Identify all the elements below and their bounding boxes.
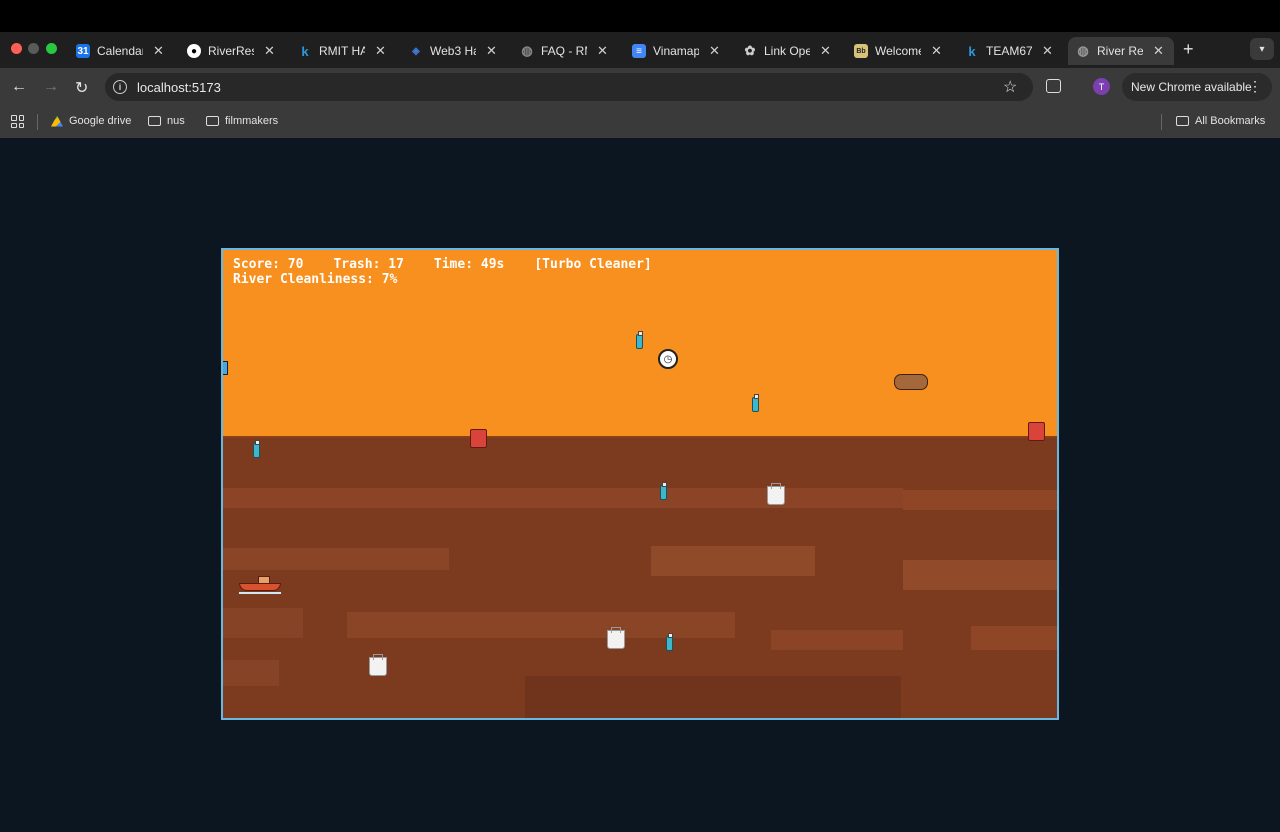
kahoot-k-icon: k [968, 43, 976, 59]
macos-menubar-strip [0, 0, 1280, 32]
tab-web3-hackathon[interactable]: ◈ Web3 Hac ✕ [409, 37, 497, 65]
tab-link-open[interactable]: ✿ Link Open ✕ [743, 37, 831, 65]
cleanliness-label: River Cleanliness: 7% [233, 272, 398, 287]
folder-icon [148, 116, 161, 126]
close-tab-icon[interactable]: ✕ [820, 43, 831, 59]
river-band [223, 660, 279, 686]
stopwatch-icon: ◷ [658, 349, 678, 369]
river-band [223, 488, 903, 508]
profile-avatar[interactable]: T [1093, 78, 1110, 95]
close-tab-icon[interactable]: ✕ [153, 43, 164, 59]
player-diver-sprite [223, 357, 230, 379]
river-band [771, 630, 903, 650]
apps-grid-icon[interactable] [11, 115, 24, 128]
github-icon: ● [187, 44, 201, 58]
river-band [651, 546, 815, 576]
all-bookmarks-button[interactable]: All Bookmarks [1176, 115, 1265, 127]
tab-vinamaps[interactable]: ≡ Vinamaps ✕ [632, 37, 720, 65]
close-tab-icon[interactable]: ✕ [709, 43, 720, 59]
tab-riverrescue-github[interactable]: ● RiverResc ✕ [187, 37, 275, 65]
site-info-icon[interactable]: i [113, 80, 127, 94]
calendar-icon: 31 [76, 44, 90, 58]
plastic-bottle-sprite [636, 331, 643, 349]
kahoot-k-icon: k [301, 43, 309, 59]
soda-can-sprite [470, 429, 487, 448]
powerup-label: [Turbo Cleaner] [534, 257, 652, 272]
game-canvas[interactable]: Score: 70 Trash: 17 Time: 49s [Turbo Cleane… [221, 248, 1059, 720]
river-band [223, 548, 449, 570]
river-band [971, 626, 1057, 650]
game-hud: Score: 70 Trash: 17 Time: 49s [Turbo Cleane… [233, 257, 682, 287]
close-tab-icon[interactable]: ✕ [931, 43, 942, 59]
river-band [347, 612, 735, 638]
plastic-bag-sprite [607, 627, 625, 649]
river-band [525, 676, 901, 718]
close-tab-icon[interactable]: ✕ [375, 43, 386, 59]
folder-icon [1176, 116, 1189, 126]
cleanup-boat-sprite [239, 576, 281, 594]
globe-icon: ◍ [1077, 43, 1089, 58]
trash-count-label: Trash: 17 [333, 257, 404, 272]
plastic-bottle-sprite [660, 482, 667, 500]
river-band [223, 608, 303, 638]
bookmark-google-drive[interactable]: Google drive [51, 115, 131, 127]
tab-welcome[interactable]: Bb Welcome ✕ [854, 37, 942, 65]
score-label: Score: 70 [233, 257, 304, 272]
address-bar[interactable] [105, 73, 1033, 101]
close-tab-icon[interactable]: ✕ [597, 43, 608, 59]
forward-arrow-icon[interactable]: → [43, 78, 59, 96]
tab-rmit-hackathon[interactable]: k RMIT HAC ✕ [298, 37, 386, 65]
extensions-puzzle-icon[interactable] [1046, 79, 1061, 93]
plastic-bottle-sprite [752, 394, 759, 412]
river-band [903, 490, 1057, 510]
kebab-menu-icon: ⋮ [1248, 78, 1262, 94]
tab-faq-rmit[interactable]: ◍ FAQ - RMI ✕ [520, 37, 608, 65]
back-arrow-icon[interactable]: ← [11, 78, 27, 96]
tab-team67[interactable]: k TEAM67 | ✕ [965, 37, 1053, 65]
globe-icon: ◍ [521, 43, 533, 58]
plastic-bag-sprite [767, 483, 785, 505]
bookmark-nus[interactable]: nus [148, 115, 185, 127]
bbe-icon: Bb [854, 44, 868, 58]
folder-icon [206, 116, 219, 126]
bookmark-filmmakers[interactable]: filmmakers [206, 115, 278, 127]
tab-calendar[interactable]: 31 Calendar - ✕ [76, 37, 164, 65]
tab-search-chevron-icon[interactable]: ▾ [1250, 38, 1274, 60]
bookmark-star-icon[interactable]: ☆ [1003, 77, 1017, 97]
bookmarks-bar [0, 106, 1280, 138]
reload-icon[interactable]: ↻ [75, 78, 88, 98]
google-drive-icon [51, 115, 63, 127]
soda-can-sprite [1028, 422, 1045, 441]
close-tab-icon[interactable]: ✕ [1153, 43, 1164, 59]
wooden-log-sprite [894, 374, 928, 390]
close-tab-icon[interactable]: ✕ [486, 43, 497, 59]
url-text[interactable]: localhost:5173 [137, 80, 221, 95]
plastic-bottle-sprite [253, 440, 260, 458]
openai-icon: ✿ [744, 43, 756, 58]
minimize-window-button[interactable] [28, 43, 39, 54]
close-tab-icon[interactable]: ✕ [264, 43, 275, 59]
new-chrome-available-button[interactable]: New Chrome available ⋮ [1122, 73, 1272, 101]
docs-icon: ≡ [632, 44, 646, 58]
time-label: Time: 49s [433, 257, 505, 272]
river-band [903, 560, 1057, 590]
maximize-window-button[interactable] [46, 43, 57, 54]
close-tab-icon[interactable]: ✕ [1042, 43, 1053, 59]
bookmarks-divider [37, 114, 38, 130]
bookmarks-divider [1161, 114, 1162, 130]
new-tab-button[interactable]: + [1183, 39, 1194, 60]
plastic-bag-sprite [369, 654, 387, 676]
tab-river-rescue[interactable]: ◍ River Resc ✕ [1068, 37, 1174, 65]
plastic-bottle-sprite [666, 633, 673, 651]
close-window-button[interactable] [11, 43, 22, 54]
web3-icon: ◈ [412, 45, 420, 57]
river-area [223, 440, 1057, 718]
